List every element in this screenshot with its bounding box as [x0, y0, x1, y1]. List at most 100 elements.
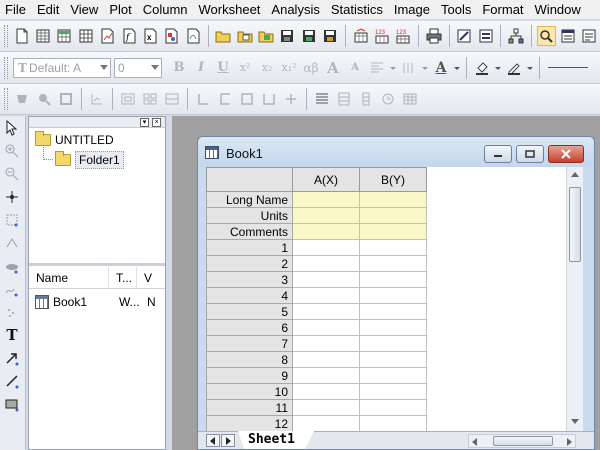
- row-header[interactable]: 8: [206, 351, 293, 368]
- data-reader-tool-icon[interactable]: [0, 231, 24, 254]
- rectangle-tool-icon[interactable]: [0, 392, 24, 415]
- chevron-down-icon[interactable]: [421, 58, 429, 78]
- worksheet-grid-icon[interactable]: [312, 89, 332, 109]
- row-header[interactable]: 9: [206, 367, 293, 384]
- menu-window[interactable]: Window: [530, 0, 587, 20]
- toolbar-grip[interactable]: [4, 88, 8, 110]
- data-cell[interactable]: [359, 335, 427, 352]
- list-item[interactable]: Book1 W... N: [29, 293, 165, 311]
- column-header-type[interactable]: T...: [109, 267, 137, 288]
- data-cell[interactable]: [292, 335, 360, 352]
- save-project-icon[interactable]: [278, 26, 297, 46]
- column-layout-icon[interactable]: [399, 58, 419, 78]
- axis-open-icon[interactable]: [259, 89, 279, 109]
- chevron-down-icon[interactable]: [526, 58, 534, 78]
- refresh-icon[interactable]: [455, 26, 474, 46]
- new-excel-icon[interactable]: [55, 26, 74, 46]
- row-header[interactable]: 12: [206, 415, 293, 431]
- data-cell[interactable]: [292, 319, 360, 336]
- data-cell[interactable]: [359, 399, 427, 416]
- data-cell[interactable]: [359, 383, 427, 400]
- window-titlebar[interactable]: Book1: [198, 137, 594, 167]
- new-matrix-icon[interactable]: [76, 26, 95, 46]
- save-template-icon[interactable]: [321, 26, 340, 46]
- chevron-down-icon[interactable]: [389, 58, 397, 78]
- tree-root-folder[interactable]: UNTITLED: [35, 131, 114, 147]
- merge-graph-icon[interactable]: [162, 89, 182, 109]
- new-notes-icon[interactable]: x: [140, 26, 159, 46]
- row-header[interactable]: 11: [206, 399, 293, 416]
- data-cell[interactable]: [359, 255, 427, 272]
- toolbar-grip[interactable]: [4, 56, 8, 79]
- row-header[interactable]: 1: [206, 239, 293, 256]
- tab-prev-button[interactable]: [206, 434, 220, 447]
- menu-view[interactable]: View: [65, 0, 104, 20]
- data-cell[interactable]: [359, 351, 427, 368]
- metadata-cell[interactable]: [292, 223, 360, 240]
- column-header[interactable]: A(X): [292, 167, 360, 192]
- import-multiple-ascii-icon[interactable]: 123: [394, 26, 413, 46]
- zoom-in-tool-icon[interactable]: [0, 139, 24, 162]
- row-header[interactable]: Long Name: [206, 191, 293, 208]
- line-color-icon[interactable]: [504, 58, 524, 78]
- data-reader-icon[interactable]: [87, 89, 107, 109]
- table-icon[interactable]: [400, 89, 420, 109]
- text-tool-icon[interactable]: T: [0, 323, 24, 346]
- duplicate-icon[interactable]: [476, 26, 495, 46]
- menu-analysis[interactable]: Analysis: [266, 0, 325, 20]
- scroll-right-icon[interactable]: [566, 438, 572, 446]
- font-size-select[interactable]: 0: [114, 57, 162, 78]
- bold-button[interactable]: B: [168, 58, 190, 78]
- open-template-icon[interactable]: [235, 26, 254, 46]
- mask-icon[interactable]: [12, 89, 32, 109]
- data-cell[interactable]: [359, 367, 427, 384]
- menu-column[interactable]: Column: [138, 0, 194, 20]
- align-left-icon[interactable]: [367, 58, 387, 78]
- underline-button[interactable]: U: [212, 58, 234, 78]
- data-cell[interactable]: [359, 303, 427, 320]
- draw-data-tool-icon[interactable]: [0, 277, 24, 300]
- arrow-tool-icon[interactable]: [0, 346, 24, 369]
- superscript-button[interactable]: x²: [234, 58, 256, 78]
- scroll-thumb[interactable]: [569, 187, 581, 262]
- data-cell[interactable]: [292, 271, 360, 288]
- new-graph-icon[interactable]: [98, 26, 117, 46]
- data-cell[interactable]: [292, 255, 360, 272]
- maximize-button[interactable]: [516, 145, 544, 163]
- scroll-down-icon[interactable]: [571, 419, 579, 424]
- data-cell[interactable]: [292, 303, 360, 320]
- column-header-name[interactable]: Name: [29, 267, 109, 288]
- data-cell[interactable]: [359, 415, 427, 431]
- line-style-select[interactable]: [548, 67, 588, 68]
- row-header[interactable]: 6: [206, 319, 293, 336]
- print-icon[interactable]: [424, 26, 443, 46]
- metadata-cell[interactable]: [292, 191, 360, 208]
- new-function-icon[interactable]: f: [119, 26, 138, 46]
- fill-color-icon[interactable]: [472, 58, 492, 78]
- metadata-cell[interactable]: [359, 223, 427, 240]
- data-cell[interactable]: [292, 351, 360, 368]
- pin-icon[interactable]: ▾: [140, 118, 149, 127]
- close-button[interactable]: [548, 145, 584, 163]
- row-props-icon[interactable]: [356, 89, 376, 109]
- column-header-view[interactable]: V: [137, 267, 165, 288]
- close-icon[interactable]: ×: [152, 118, 161, 127]
- scroll-left-icon[interactable]: [472, 438, 478, 446]
- sheet-tab[interactable]: Sheet1: [238, 431, 314, 449]
- axis-cross-icon[interactable]: [281, 89, 301, 109]
- font-color-button[interactable]: A: [430, 58, 452, 78]
- data-cell[interactable]: [292, 239, 360, 256]
- menu-worksheet[interactable]: Worksheet: [194, 0, 267, 20]
- column-props-icon[interactable]: [334, 89, 354, 109]
- import-wizard-icon[interactable]: [351, 26, 370, 46]
- metadata-cell[interactable]: [359, 191, 427, 208]
- vertical-scrollbar[interactable]: [566, 167, 583, 431]
- increase-font-button[interactable]: A: [322, 58, 344, 78]
- pointer-tool-icon[interactable]: [0, 116, 24, 139]
- project-explorer-icon[interactable]: [506, 26, 525, 46]
- row-header[interactable]: 10: [206, 383, 293, 400]
- zoom-icon[interactable]: [34, 89, 54, 109]
- data-cell[interactable]: [359, 239, 427, 256]
- data-cell[interactable]: [292, 287, 360, 304]
- script-window-icon[interactable]: [558, 26, 577, 46]
